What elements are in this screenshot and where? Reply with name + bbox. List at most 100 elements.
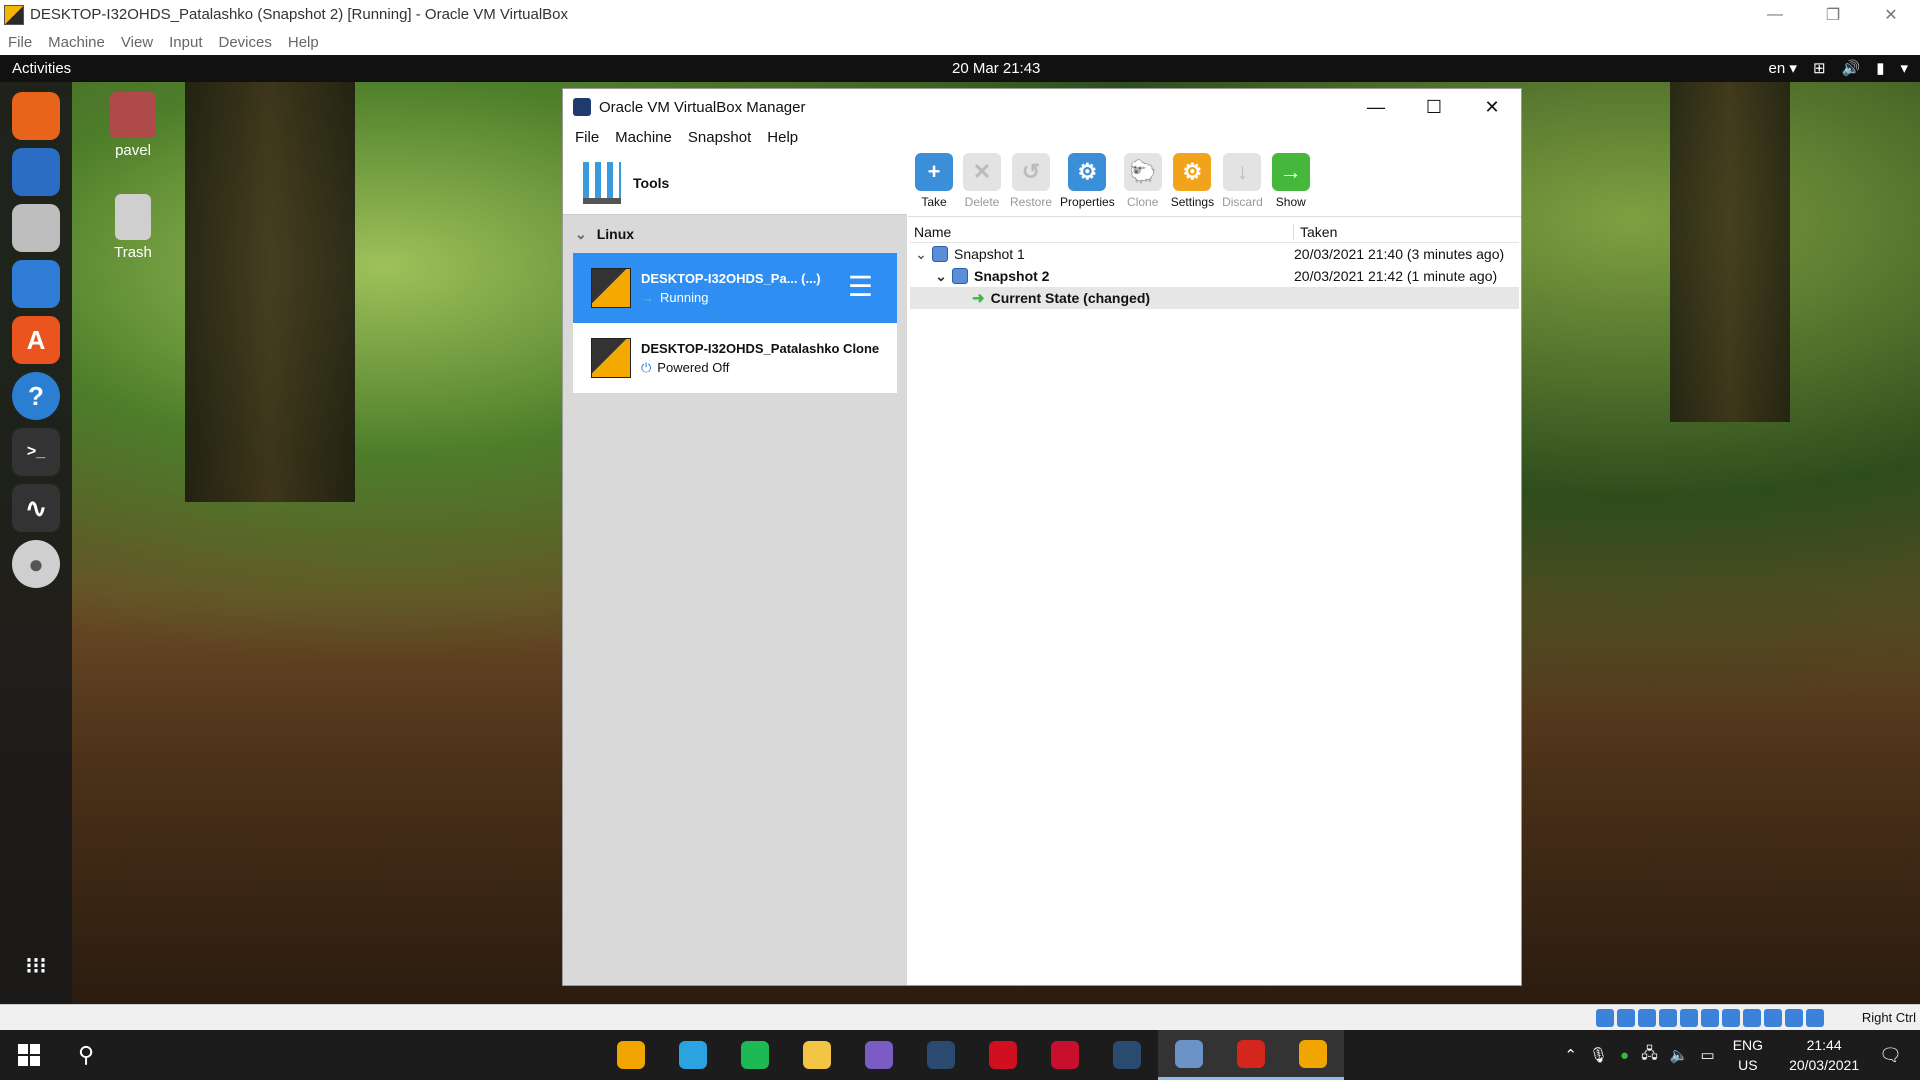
software-icon[interactable]: A <box>12 316 60 364</box>
chat-app-icon[interactable] <box>848 1030 910 1080</box>
steam-2-icon[interactable] <box>1096 1030 1158 1080</box>
vbox-close-button[interactable]: ✕ <box>1463 89 1521 125</box>
vm-name: DESKTOP-I32OHDS_Patalashko Clone <box>641 340 880 356</box>
minimize-button[interactable]: — <box>1746 0 1804 29</box>
vm-name: DESKTOP-I32OHDS_Pa... (...) <box>641 271 821 286</box>
delete-button[interactable]: ✕ Delete <box>958 153 1006 209</box>
file-explorer-icon[interactable] <box>786 1030 848 1080</box>
tools-item[interactable]: Tools <box>563 151 907 215</box>
guest-top-bar: Activities 20 Mar 21:43 en ▾ ⊞ 🔊 ▮ ▾ <box>0 55 1920 82</box>
volume-icon[interactable]: 🔊 <box>1842 59 1861 77</box>
guest-clock[interactable]: 20 Mar 21:43 <box>952 60 1040 77</box>
taskbar-apps <box>600 1030 1344 1080</box>
vbox-menu-machine[interactable]: Machine <box>607 129 680 146</box>
vbox-menu-file[interactable]: File <box>567 129 607 146</box>
t-tray-icon[interactable]: ● <box>1620 1047 1629 1064</box>
column-header-name[interactable]: Name <box>910 223 1294 240</box>
shared-folders-icon[interactable] <box>1701 1009 1719 1027</box>
snapshot-row[interactable]: ⌄ Snapshot 2 20/03/2021 21:42 (1 minute … <box>910 265 1519 287</box>
show-button[interactable]: → Show <box>1267 153 1315 209</box>
column-header-taken[interactable]: Taken <box>1294 224 1337 240</box>
thunderbird-icon[interactable] <box>12 148 60 196</box>
optical-drive-icon[interactable] <box>1617 1009 1635 1027</box>
vm-item-powered-off[interactable]: DESKTOP-I32OHDS_Patalashko Clone ⏻ Powere… <box>573 323 897 393</box>
tray-chevron-up-icon[interactable]: ⌃ <box>1564 1046 1577 1064</box>
menu-machine[interactable]: Machine <box>40 34 113 51</box>
vm-group-header[interactable]: ⌄ Linux <box>563 215 907 253</box>
menu-devices[interactable]: Devices <box>211 34 280 51</box>
menu-help[interactable]: Help <box>280 34 327 51</box>
opera-icon[interactable] <box>972 1030 1034 1080</box>
desktop-icon-home[interactable]: pavel <box>88 92 178 159</box>
virtualization-icon[interactable] <box>1764 1009 1782 1027</box>
snapshot-row[interactable]: ⌄ Snapshot 1 20/03/2021 21:40 (3 minutes… <box>910 243 1519 265</box>
acrobat-icon[interactable] <box>1220 1030 1282 1080</box>
writer-icon[interactable] <box>12 260 60 308</box>
vbox-maximize-button[interactable]: ☐ <box>1405 89 1463 125</box>
vbox-minimize-button[interactable]: — <box>1347 89 1405 125</box>
steam-icon[interactable] <box>910 1030 972 1080</box>
vbox-menu-snapshot[interactable]: Snapshot <box>680 129 759 146</box>
notifications-icon[interactable]: 🗨 <box>1879 1045 1902 1066</box>
menu-view[interactable]: View <box>113 34 161 51</box>
restore-button[interactable]: ❐ <box>1804 0 1862 29</box>
desktop-icon-trash[interactable]: Trash <box>88 194 178 261</box>
network-tray-icon[interactable]: 🖧 <box>1641 1043 1658 1068</box>
system-menu-chevron-icon[interactable]: ▾ <box>1900 59 1908 77</box>
battery-tray-icon[interactable]: ▭ <box>1701 1046 1715 1064</box>
network-adapter-icon[interactable] <box>1659 1009 1677 1027</box>
vm-window-icon[interactable] <box>1282 1030 1344 1080</box>
properties-button[interactable]: ⚙ Properties <box>1056 153 1119 209</box>
usb-icon[interactable] <box>1680 1009 1698 1027</box>
settings-gear-icon: ⚙ <box>1173 153 1212 191</box>
menu-input[interactable]: Input <box>161 34 210 51</box>
current-state-row[interactable]: ➜ Current State (changed) <box>910 287 1519 309</box>
close-button[interactable]: ✕ <box>1862 0 1920 29</box>
restore-button[interactable]: ↺ Restore <box>1006 153 1056 209</box>
keyboard-capture-icon[interactable] <box>1806 1009 1824 1027</box>
monitor-icon[interactable]: ∿ <box>12 484 60 532</box>
menu-file[interactable]: File <box>0 34 40 51</box>
group-label: Linux <box>596 226 635 242</box>
activities-button[interactable]: Activities <box>12 60 71 77</box>
display-icon[interactable] <box>1722 1009 1740 1027</box>
vbox-menubar: File Machine Snapshot Help <box>563 125 1521 149</box>
help-icon[interactable]: ? <box>12 372 60 420</box>
language-indicator[interactable]: en ▾ <box>1769 59 1797 77</box>
hard-disk-icon[interactable] <box>1596 1009 1614 1027</box>
battery-icon[interactable]: ▮ <box>1876 59 1884 77</box>
microphone-icon[interactable]: 🎙 <box>1589 1046 1608 1064</box>
vbox-menu-help[interactable]: Help <box>759 129 806 146</box>
show-apps-icon[interactable]: ⁝⁝⁝ <box>12 942 60 990</box>
vbox-title-bar: Oracle VM VirtualBox Manager — ☐ ✕ <box>563 89 1521 125</box>
vbox-window-title: Oracle VM VirtualBox Manager <box>599 98 806 116</box>
taskbar-clock[interactable]: 21:44 20/03/2021 <box>1789 1035 1859 1075</box>
files-icon[interactable] <box>12 204 60 252</box>
spotify-icon[interactable] <box>724 1030 786 1080</box>
network-icon[interactable]: ⊞ <box>1813 59 1826 77</box>
t-app-icon[interactable] <box>1034 1030 1096 1080</box>
speaker-icon[interactable]: 🔈 <box>1670 1046 1689 1064</box>
search-icon[interactable]: ⚲ <box>78 1042 94 1068</box>
mouse-integration-icon[interactable] <box>1785 1009 1803 1027</box>
telegram-icon[interactable] <box>662 1030 724 1080</box>
virtualbox-icon[interactable] <box>1158 1030 1220 1080</box>
input-language[interactable]: ENG US <box>1733 1035 1763 1075</box>
chevron-down-icon[interactable]: ⌄ <box>914 246 928 263</box>
chevron-down-icon[interactable]: ⌄ <box>934 268 948 285</box>
vm-item-running[interactable]: DESKTOP-I32OHDS_Pa... (...) → Running ☰ <box>573 253 897 323</box>
settings-button[interactable]: ⚙ Settings <box>1167 153 1218 209</box>
virtualbox-vm-app-icon[interactable] <box>600 1030 662 1080</box>
video-capture-icon[interactable] <box>1743 1009 1761 1027</box>
machine-tools-menu-icon[interactable]: ☰ <box>848 273 873 301</box>
audio-icon[interactable] <box>1638 1009 1656 1027</box>
windows-start-icon[interactable] <box>18 1044 40 1066</box>
toolbar-label: Take <box>921 195 947 209</box>
disc-icon[interactable]: ● <box>12 540 60 588</box>
firefox-icon[interactable] <box>12 92 60 140</box>
clone-button[interactable]: 🐑 Clone <box>1119 153 1167 209</box>
take-button[interactable]: + Take <box>910 153 958 209</box>
chevron-down-icon[interactable]: ⌄ <box>575 226 587 243</box>
discard-button[interactable]: ↓ Discard <box>1218 153 1267 209</box>
terminal-icon[interactable]: >_ <box>12 428 60 476</box>
